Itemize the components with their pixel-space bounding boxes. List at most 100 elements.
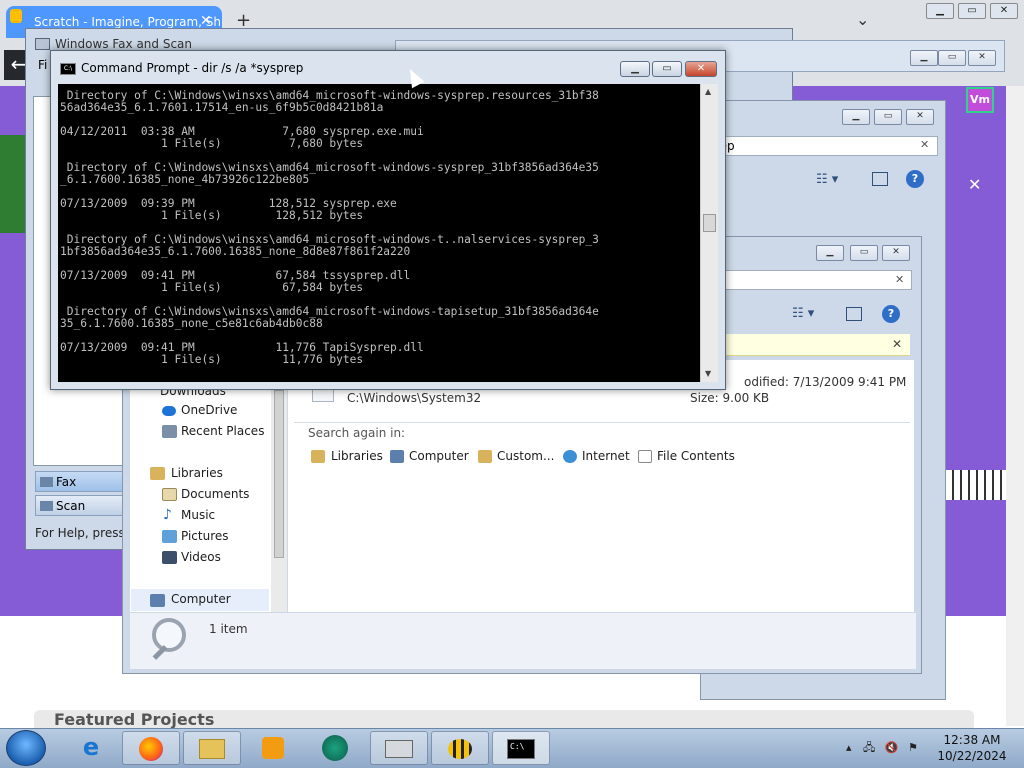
preview-pane-icon[interactable] [872,172,888,186]
nav-pane-scrollbar[interactable] [271,380,287,612]
taskbar-bee-app[interactable] [431,731,489,765]
browser-close-button[interactable]: ✕ [990,3,1018,19]
show-hidden-icons-icon[interactable]: ▴ [846,741,852,754]
search-again-custom[interactable]: Custom... [497,449,554,463]
snipping-bee-icon [448,738,472,759]
browser-tab-title: Scratch - Imagine, Program, Sh [34,15,222,29]
views-icon[interactable]: ☷ ▾ [792,306,814,321]
fax-window-title: Windows Fax and Scan [55,37,193,51]
preview-pane-icon[interactable] [846,307,862,321]
nav-item-libraries[interactable]: Libraries [171,466,223,480]
fax-nav-scan[interactable]: Scan [35,495,125,516]
libraries-icon [150,467,165,480]
cmd-close-button[interactable]: ✕ [685,61,717,77]
help-icon[interactable]: ? [906,170,924,188]
internet-explorer-icon: e [82,733,100,761]
close-button[interactable]: ✕ [906,109,934,125]
nav-item-pictures[interactable]: Pictures [181,529,229,543]
tab-list-chevron-icon[interactable]: ⌄ [856,10,869,29]
search-input[interactable] [722,270,912,290]
media-player-icon [262,736,284,759]
taskbar-command-prompt[interactable]: C:\ [492,731,550,765]
scroll-down-arrow-icon[interactable]: ▼ [705,369,711,378]
item-count: 1 item [209,622,248,636]
browser-maximize-button[interactable]: ▭ [958,3,986,19]
result-path[interactable]: C:\Windows\System32 [347,391,481,405]
cmd-maximize-button[interactable]: ▭ [652,61,682,77]
minimize-button[interactable]: ▁ [910,50,938,66]
onedrive-icon [162,406,176,416]
taskbar-internet-explorer[interactable]: e [62,731,120,765]
search-clear-icon[interactable]: ✕ [895,273,904,286]
result-size: Size: 9.00 KB [690,391,770,405]
info-bar-close-icon[interactable]: ✕ [892,337,902,351]
maximize-button[interactable]: ▭ [850,245,878,261]
fax-nav-fax[interactable]: Fax [35,471,125,492]
fax-status-text: For Help, press F [35,526,136,540]
search-magnifier-icon [152,618,186,652]
action-center-flag-icon[interactable]: ⚑ [908,741,918,754]
search-again-label: Search again in: [308,426,406,440]
nav-item-recent-places[interactable]: Recent Places [181,424,264,438]
minimize-button[interactable]: ▁ [816,245,844,261]
recent-places-icon [162,425,177,438]
nav-item-videos[interactable]: Videos [181,550,221,564]
scrollbar-thumb[interactable] [703,214,716,232]
search-again-file-contents[interactable]: File Contents [657,449,735,463]
taskbar-firefox[interactable] [122,731,180,765]
info-bar[interactable] [710,334,910,356]
help-icon[interactable]: ? [882,305,900,323]
divider [294,422,910,423]
search-again-internet[interactable]: Internet [582,449,630,463]
nav-item-documents[interactable]: Documents [181,487,249,501]
taskbar-scratch[interactable] [306,731,364,765]
nav-item-music[interactable]: Music [181,508,215,522]
clock-date: 10/22/2024 [937,749,1007,763]
search-input[interactable]: rep [708,136,938,156]
maximize-button[interactable]: ▭ [938,50,966,66]
search-clear-icon[interactable]: ✕ [920,138,929,151]
taskbar-media-player[interactable] [244,731,302,765]
documents-icon [162,488,177,501]
browser-scrollbar[interactable] [1006,86,1024,726]
fax-menu-file[interactable]: Fi [38,58,47,72]
network-icon[interactable]: 🖧 [863,741,875,754]
scroll-up-arrow-icon[interactable]: ▲ [705,87,711,96]
fax-window-icon [35,38,50,50]
minimize-button[interactable]: ▁ [842,109,870,125]
vm-extension-icon[interactable]: Vm [966,87,994,113]
tab-close-icon[interactable]: ✕ [200,13,1016,29]
views-icon[interactable]: ☷ ▾ [816,172,838,187]
fax-nav-label: Scan [56,499,86,513]
start-button[interactable] [6,730,46,766]
maximize-button[interactable]: ▭ [874,109,902,125]
nav-item-onedrive[interactable]: OneDrive [181,403,237,417]
clock-time: 12:38 AM [943,733,1001,747]
nav-item-computer[interactable]: Computer [171,592,231,606]
cmd-minimize-button[interactable]: ▁ [620,61,650,77]
banner-close-icon[interactable]: ✕ [968,175,981,194]
music-icon: ♪ [163,507,172,523]
console-output-area[interactable]: Directory of C:\Windows\winsxs\amd64_mic… [58,84,700,382]
search-again-libraries[interactable]: Libraries [331,449,383,463]
libraries-icon [311,450,325,463]
fax-nav-label: Fax [56,475,77,489]
taskbar-clock[interactable]: 12:38 AM 10/22/2024 [932,732,1012,764]
browser-minimize-button[interactable]: ▁ [926,3,954,19]
close-button[interactable]: ✕ [968,50,996,66]
scratch-icon [322,734,348,761]
piano-keys-image [946,470,1008,500]
scrollbar-thumb[interactable] [274,390,284,558]
volume-muted-icon[interactable]: 🔇 [885,741,899,754]
search-again-computer[interactable]: Computer [409,449,469,463]
fax-scan-icon [385,739,413,758]
taskbar-file-explorer[interactable] [183,731,241,765]
pictures-icon [162,530,177,543]
console-scrollbar[interactable]: ▲ ▼ [700,84,718,382]
firefox-icon [139,736,163,761]
file-explorer-icon [199,738,225,759]
featured-projects-heading: Featured Projects [34,710,974,730]
taskbar-fax-scan[interactable] [370,731,428,765]
close-button[interactable]: ✕ [882,245,910,261]
command-prompt-icon: C:\ [60,63,76,75]
